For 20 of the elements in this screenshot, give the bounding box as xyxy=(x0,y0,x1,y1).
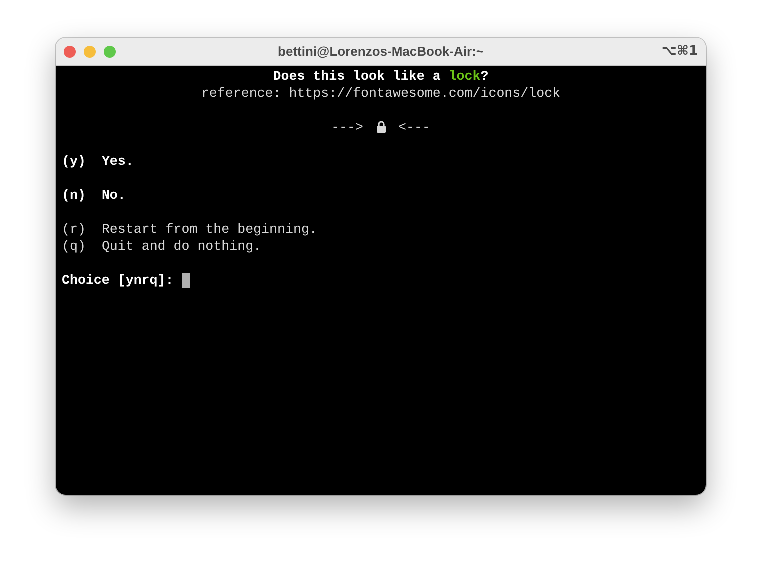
lock-icon xyxy=(376,121,386,133)
pointer-text: ---> xyxy=(332,119,364,136)
option-label: Quit and do nothing. xyxy=(102,238,262,255)
text-cursor xyxy=(182,273,190,288)
close-button[interactable] xyxy=(64,46,76,58)
question-text: Does this look like a lock? xyxy=(273,68,489,85)
option-label: No. xyxy=(102,187,126,204)
pointer-text: <--- xyxy=(398,119,430,136)
minimize-button[interactable] xyxy=(84,46,96,58)
option-label: Yes. xyxy=(102,153,134,170)
window-title: bettini@Lorenzos-MacBook-Air:~ xyxy=(278,44,484,59)
option-key: (r) xyxy=(62,221,86,238)
option-label: Restart from the beginning. xyxy=(102,221,318,238)
option-key: (q) xyxy=(62,238,86,255)
option-key: (n) xyxy=(62,187,86,204)
reference-text: reference: https://fontawesome.com/icons/lock xyxy=(201,85,561,102)
prompt-text: Choice [ynrq]: xyxy=(62,272,174,289)
option-key: (y) xyxy=(62,153,86,170)
shortcut-label: ⌥⌘1 xyxy=(662,44,698,59)
zoom-button[interactable] xyxy=(104,46,116,58)
